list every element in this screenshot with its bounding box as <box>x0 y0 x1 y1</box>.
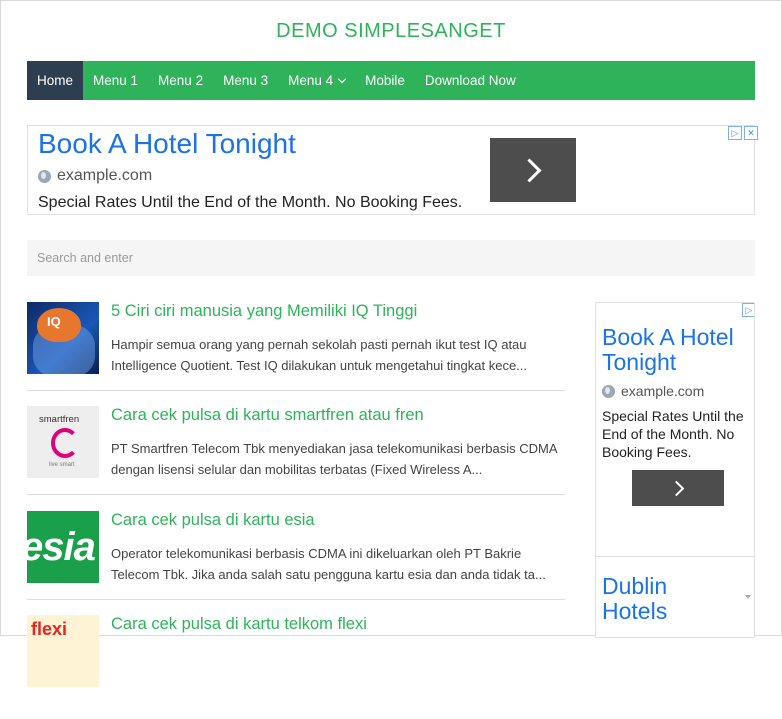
main-nav: Home Menu 1 Menu 2 Menu 3 Menu 4 Mobile … <box>27 61 755 100</box>
ad-url-text: example.com <box>57 167 153 184</box>
adchoices-icon[interactable]: ▷ <box>728 126 742 140</box>
post-item: esia Cara cek pulsa di kartu esia Operat… <box>27 511 565 615</box>
post-excerpt: PT Smartfren Telecom Tbk menyediakan jas… <box>111 441 557 477</box>
nav-item-download-now[interactable]: Download Now <box>415 61 526 100</box>
nav-item-menu-4-label: Menu 4 <box>288 73 334 88</box>
post-item: IQ 5 Ciri ciri manusia yang Memiliki IQ … <box>27 302 565 406</box>
nav-item-mobile[interactable]: Mobile <box>355 61 415 100</box>
thumbnail-tagline: live smart <box>49 462 75 468</box>
nav-item-menu-4[interactable]: Menu 4 <box>278 61 355 100</box>
post-title[interactable]: Cara cek pulsa di kartu esia <box>111 511 315 530</box>
smartfren-logo-icon <box>51 428 79 458</box>
post-title[interactable]: Cara cek pulsa di kartu telkom flexi <box>111 615 367 634</box>
post-item: smartfren live smart Cara cek pulsa di k… <box>27 406 565 510</box>
post-title[interactable]: 5 Ciri ciri manusia yang Memiliki IQ Tin… <box>111 302 417 321</box>
adchoices-icon[interactable]: ▷ <box>742 303 754 317</box>
ad-open-button[interactable] <box>490 138 576 202</box>
ad-open-button[interactable] <box>632 470 724 506</box>
post-thumbnail[interactable]: IQ <box>27 302 99 374</box>
post-thumbnail[interactable]: flexi <box>27 615 99 687</box>
post-excerpt: Hampir semua orang yang pernah sekolah p… <box>111 337 528 373</box>
site-title[interactable]: DEMO SIMPLESANGET <box>0 20 782 43</box>
globe-icon <box>38 169 51 183</box>
nav-item-home[interactable]: Home <box>27 61 84 100</box>
nav-item-menu-1[interactable]: Menu 1 <box>83 61 148 100</box>
ad-choices[interactable]: ▷ ✕ <box>726 126 758 140</box>
close-icon[interactable]: ✕ <box>744 126 758 140</box>
post-title[interactable]: Cara cek pulsa di kartu smartfren atau f… <box>111 406 424 425</box>
post-excerpt: Operator telekomunikasi berbasis CDMA in… <box>111 546 546 582</box>
chevron-down-icon <box>337 74 347 84</box>
chevron-right-icon <box>516 157 542 183</box>
esia-logo: esia <box>27 525 96 569</box>
ad-headline-secondary[interactable]: Dublin Hotels <box>602 574 732 624</box>
ad-divider <box>596 556 754 557</box>
post-divider <box>27 599 565 600</box>
ad-description: Special Rates Until the End of the Month… <box>38 194 463 211</box>
post-divider <box>27 494 565 495</box>
post-item: flexi Cara cek pulsa di kartu telkom fle… <box>27 615 565 719</box>
thumbnail-brand: smartfren <box>39 414 80 425</box>
flexi-logo: flexi <box>31 619 68 639</box>
search-bar <box>27 240 755 276</box>
post-thumbnail[interactable]: esia <box>27 511 99 583</box>
ad-sidebar[interactable]: ▷ Book A Hotel Tonight example.com Speci… <box>595 302 755 638</box>
post-divider <box>27 390 565 391</box>
post-thumbnail[interactable]: smartfren live smart <box>27 406 99 478</box>
nav-item-menu-3[interactable]: Menu 3 <box>213 61 278 100</box>
ad-headline[interactable]: Book A Hotel Tonight <box>38 128 296 160</box>
globe-icon <box>602 384 615 398</box>
chevron-right-icon <box>668 480 684 496</box>
ad-url-text: example.com <box>621 383 705 399</box>
ad-headline[interactable]: Book A Hotel Tonight <box>602 325 752 375</box>
caret-down-icon[interactable] <box>745 595 751 599</box>
nav-item-menu-2[interactable]: Menu 2 <box>148 61 213 100</box>
ad-url[interactable]: example.com <box>602 383 704 399</box>
search-input[interactable] <box>27 240 747 276</box>
ad-banner-top[interactable]: Book A Hotel Tonight example.com Special… <box>27 125 758 215</box>
thumbnail-text: IQ <box>47 314 61 329</box>
ad-choices[interactable]: ▷ <box>740 303 754 317</box>
ad-url[interactable]: example.com <box>38 167 152 185</box>
ad-description: Special Rates Until the End of the Month… <box>602 408 744 460</box>
